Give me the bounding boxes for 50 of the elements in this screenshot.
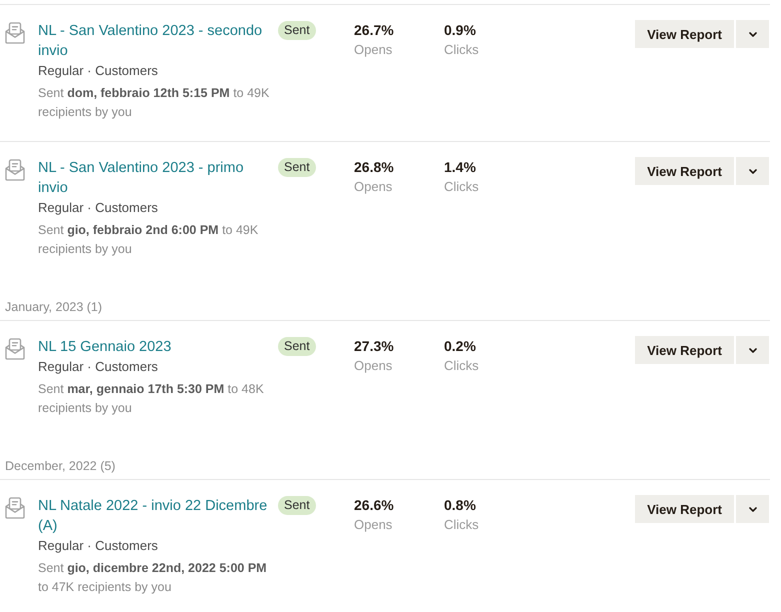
- month-group-heading: December, 2022 (5): [5, 459, 116, 473]
- send-details: Sent dom, febbraio 12th 5:15 PM to 49K recipients by you: [38, 85, 270, 121]
- more-actions-button[interactable]: [736, 157, 769, 185]
- status-badge: Sent: [278, 337, 316, 356]
- more-actions-button[interactable]: [736, 20, 769, 48]
- envelope-letter-icon: [5, 22, 25, 44]
- campaign-title-link[interactable]: NL Natale 2022 - invio 22 Dicembre (A): [38, 496, 274, 536]
- campaign-type-audience: Regular · Customers: [38, 62, 159, 80]
- more-actions-button[interactable]: [736, 336, 769, 364]
- envelope-letter-icon: [5, 338, 25, 360]
- campaign-type-audience: Regular · Customers: [38, 358, 159, 376]
- campaign-type-audience: Regular · Customers: [38, 199, 159, 217]
- campaign-title-link[interactable]: NL 15 Gennaio 2023: [38, 337, 274, 357]
- stat-value: 0.9%: [444, 21, 476, 40]
- campaign-type-audience: Regular · Customers: [38, 537, 159, 555]
- stat-label: Clicks: [444, 178, 479, 196]
- stat-label: Opens: [354, 41, 392, 59]
- stat-label: Clicks: [444, 357, 479, 375]
- caret-icon: [748, 168, 756, 174]
- envelope-letter-icon: [5, 497, 25, 519]
- stat-value: 0.8%: [444, 496, 476, 515]
- stat-label: Clicks: [444, 41, 479, 59]
- view-report-button[interactable]: View Report: [635, 336, 734, 364]
- stat-value: 26.6%: [354, 496, 394, 515]
- stat-label: Opens: [354, 178, 392, 196]
- caret-icon: [748, 348, 756, 352]
- caret-icon: [748, 32, 756, 36]
- campaign-title-link[interactable]: NL - San Valentino 2023 - primo invio: [38, 158, 274, 198]
- envelope-letter-icon: [5, 159, 25, 181]
- send-details: Sent mar, gennaio 17th 5:30 PM to 48K recipients by you: [38, 381, 265, 417]
- campaign-title-link[interactable]: NL - San Valentino 2023 - secondo invio: [38, 21, 274, 61]
- month-group-heading: January, 2023 (1): [5, 300, 102, 314]
- more-actions-button[interactable]: [736, 495, 769, 523]
- caret-icon: [748, 506, 756, 512]
- stat-label: Opens: [354, 516, 392, 534]
- status-badge: Sent: [278, 21, 316, 40]
- status-badge: Sent: [278, 496, 316, 515]
- status-badge: Sent: [278, 158, 316, 177]
- stat-value: 0.2%: [444, 337, 476, 356]
- stat-value: 1.4%: [444, 158, 476, 177]
- stat-value: 26.8%: [354, 158, 394, 177]
- stat-label: Clicks: [444, 516, 479, 534]
- view-report-button[interactable]: View Report: [635, 20, 734, 48]
- stat-value: 27.3%: [354, 337, 394, 356]
- stat-value: 26.7%: [354, 21, 394, 40]
- send-details: Sent gio, dicembre 22nd, 2022 5:00 PM to 47K recipients by you: [38, 560, 268, 596]
- stat-label: Opens: [354, 357, 392, 375]
- view-report-button[interactable]: View Report: [635, 495, 734, 523]
- view-report-button[interactable]: View Report: [635, 157, 734, 185]
- send-details: Sent gio, febbraio 2nd 6:00 PM to 49K recipients by you: [38, 222, 260, 258]
